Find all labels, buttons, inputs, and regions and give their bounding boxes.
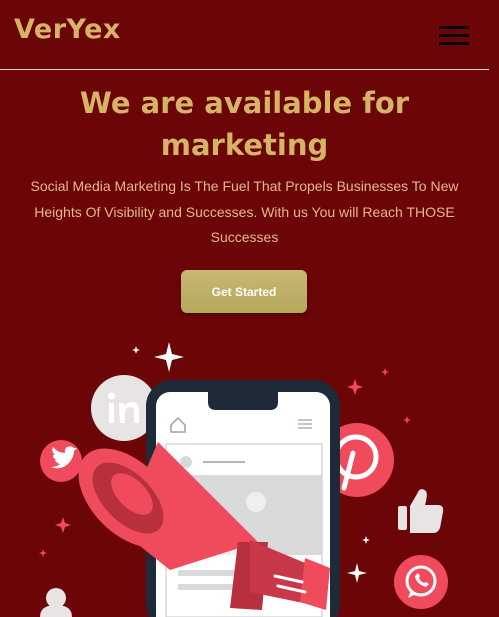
get-started-button[interactable]: Get Started [181,270,307,313]
hero-subtitle-line-1: Social Media Marketing Is The Fuel That … [30,178,459,194]
hero-title-line-1: We are available for [79,86,410,120]
hero-subtitle: Social Media Marketing Is The Fuel That … [20,174,469,251]
user-icon [40,588,72,617]
marketing-illustration [39,342,448,617]
hero-title: We are available for marketing [0,82,489,166]
twitter-icon [40,440,82,482]
hero-subtitle-line-2: Heights Of Visibility and Successes. Wit… [34,203,455,220]
hamburger-menu-icon[interactable] [439,26,469,46]
header: VerYex [0,0,499,70]
hero-subtitle-line-3: Successes [210,229,279,245]
hero-title-line-2: marketing [160,128,329,162]
header-divider [0,69,489,70]
logo[interactable]: VerYex [14,14,121,45]
thumbs-up-icon [398,489,444,533]
whatsapp-icon [394,555,448,609]
